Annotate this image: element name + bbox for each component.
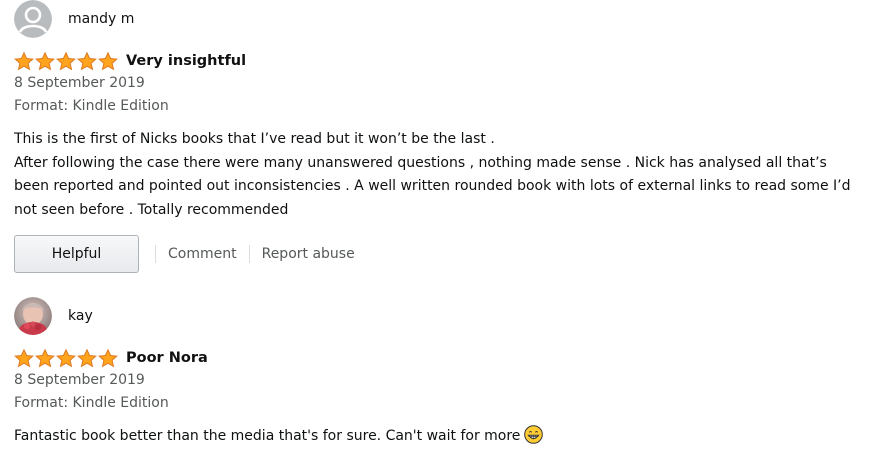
default-avatar-icon xyxy=(14,0,52,38)
review-title[interactable]: Poor Nora xyxy=(126,350,208,366)
report-abuse-link[interactable]: Report abuse xyxy=(248,245,367,263)
review-card: kay Poor Nora 8 September 2019 Format: K… xyxy=(14,297,865,450)
reviews-page: mandy m Very insightful 8 September 2019… xyxy=(0,0,879,450)
review-date: 8 September 2019 xyxy=(14,75,145,91)
reviewer-name[interactable]: mandy m xyxy=(68,11,134,27)
star-icon xyxy=(56,348,76,367)
comment-link[interactable]: Comment xyxy=(155,245,249,263)
reviewer-profile[interactable]: kay xyxy=(14,297,865,335)
review-title-row: Poor Nora xyxy=(14,348,865,368)
reviewer-profile[interactable]: mandy m xyxy=(14,0,865,38)
star-icon xyxy=(56,51,76,70)
star-icon xyxy=(35,348,55,367)
review-card: mandy m Very insightful 8 September 2019… xyxy=(14,0,865,273)
star-rating[interactable] xyxy=(14,348,118,368)
review-body-paragraph: Fantastic book better than the media tha… xyxy=(14,425,865,450)
star-icon xyxy=(77,51,97,70)
star-icon xyxy=(77,348,97,367)
star-icon xyxy=(98,348,118,367)
reviewer-name[interactable]: kay xyxy=(68,308,93,324)
review-format: Format: Kindle Edition xyxy=(14,98,169,114)
review-title-row: Very insightful xyxy=(14,51,865,71)
review-body: This is the first of Nicks books that I’… xyxy=(14,128,865,222)
user-photo-avatar xyxy=(14,297,52,335)
review-body-paragraph: This is the first of Nicks books that I’… xyxy=(14,131,495,147)
review-body-paragraph: After following the case there were many… xyxy=(14,154,851,218)
star-icon xyxy=(14,348,34,367)
helpful-button[interactable]: Helpful xyxy=(14,235,139,273)
review-format: Format: Kindle Edition xyxy=(14,395,169,411)
review-body: Fantastic book better than the media tha… xyxy=(14,425,865,450)
review-actions: Helpful Comment Report abuse xyxy=(14,235,865,273)
review-body-text: Fantastic book better than the media tha… xyxy=(14,428,521,444)
star-rating[interactable] xyxy=(14,51,118,71)
grinning-face-icon xyxy=(524,425,544,450)
review-title[interactable]: Very insightful xyxy=(126,53,246,69)
star-icon xyxy=(98,51,118,70)
star-icon xyxy=(35,51,55,70)
star-icon xyxy=(14,51,34,70)
review-date: 8 September 2019 xyxy=(14,372,145,388)
